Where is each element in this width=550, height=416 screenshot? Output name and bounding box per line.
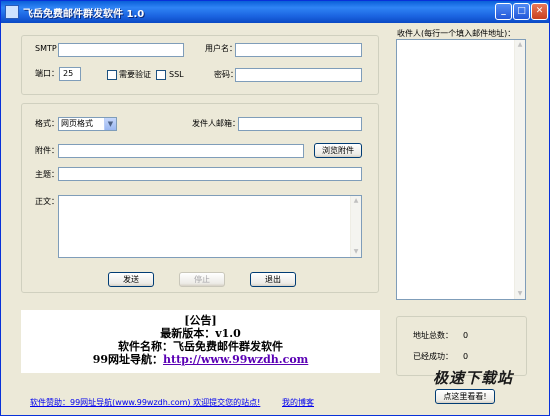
- format-selected: 网页格式: [61, 119, 93, 128]
- announcement-software-name: 软件名称：飞岳免费邮件群发软件: [118, 340, 283, 353]
- exit-button[interactable]: 退出: [250, 272, 296, 287]
- total-label: 地址总数：: [413, 331, 453, 340]
- auth-label: 需要验证: [119, 70, 151, 79]
- attachment-input[interactable]: [58, 144, 304, 158]
- announcement-heading: [公告]: [184, 314, 217, 327]
- subject-label: 主题：: [35, 170, 59, 179]
- announcement-nav-label: 99网址导航：: [92, 353, 163, 366]
- recipients-textarea[interactable]: ▲ ▼: [396, 39, 526, 300]
- port-input[interactable]: 25: [59, 67, 81, 81]
- blog-link[interactable]: 我的博客: [282, 397, 314, 408]
- format-label: 格式：: [35, 119, 59, 128]
- announcement-nav-link[interactable]: http://www.99wzdh.com: [163, 353, 308, 366]
- sender-label: 发件人邮箱：: [192, 119, 240, 128]
- look-here-button[interactable]: 点这里看看!: [435, 389, 495, 404]
- main-window: 飞岳免费邮件群发软件 1.0 _ □ ✕ SMTP： 用户名： 端口： 25 需…: [0, 0, 550, 416]
- username-label: 用户名：: [205, 44, 237, 53]
- success-value: 0: [463, 352, 469, 361]
- close-icon: ✕: [535, 6, 544, 16]
- username-input[interactable]: [235, 43, 362, 57]
- format-select[interactable]: 网页格式 ▼: [58, 117, 117, 131]
- minimize-icon: _: [501, 6, 506, 16]
- watermark-text: 极速下载站: [433, 369, 514, 387]
- subject-input[interactable]: [58, 167, 362, 181]
- port-label: 端口：: [35, 69, 59, 78]
- chevron-down-icon[interactable]: ▼: [104, 118, 116, 130]
- ssl-checkbox[interactable]: [156, 70, 166, 80]
- app-icon: [5, 5, 19, 19]
- body-textarea[interactable]: ▲ ▼: [58, 195, 362, 258]
- scroll-up-icon[interactable]: ▲: [351, 196, 361, 206]
- ssl-label: SSL: [169, 70, 184, 79]
- success-label: 已经成功：: [413, 352, 453, 361]
- window-title: 飞岳免费邮件群发软件 1.0: [23, 9, 145, 20]
- total-value: 0: [463, 331, 469, 340]
- announcement-nav: 99网址导航：http://www.99wzdh.com: [21, 353, 380, 366]
- maximize-icon: □: [517, 6, 526, 16]
- minimize-button[interactable]: _: [495, 3, 512, 20]
- attachment-label: 附件：: [35, 146, 59, 155]
- maximize-button[interactable]: □: [513, 3, 530, 20]
- announcement-panel: [公告] 最新版本：v1.0 软件名称：飞岳免费邮件群发软件 99网址导航：ht…: [21, 310, 380, 373]
- scroll-up-icon[interactable]: ▲: [515, 40, 525, 50]
- stop-button[interactable]: 停止: [179, 272, 225, 287]
- close-button[interactable]: ✕: [531, 3, 548, 20]
- password-input[interactable]: [235, 68, 362, 82]
- body-scrollbar[interactable]: ▲ ▼: [350, 196, 361, 257]
- auth-checkbox[interactable]: [107, 70, 117, 80]
- body-label: 正文：: [35, 197, 59, 206]
- sender-input[interactable]: [238, 117, 362, 131]
- browse-attachment-button[interactable]: 浏览附件: [314, 143, 362, 158]
- smtp-input[interactable]: [58, 43, 184, 57]
- title-bar[interactable]: 飞岳免费邮件群发软件 1.0 _ □ ✕: [1, 1, 549, 23]
- scroll-down-icon[interactable]: ▼: [515, 289, 525, 299]
- announcement-version: 最新版本：v1.0: [160, 327, 241, 340]
- recipients-scrollbar[interactable]: ▲ ▼: [514, 40, 525, 299]
- sponsor-link[interactable]: 软件赞助：99网址导航(www.99wzdh.com) 欢迎提交您的站点!: [30, 397, 260, 408]
- send-button[interactable]: 发送: [108, 272, 154, 287]
- scroll-down-icon[interactable]: ▼: [351, 247, 361, 257]
